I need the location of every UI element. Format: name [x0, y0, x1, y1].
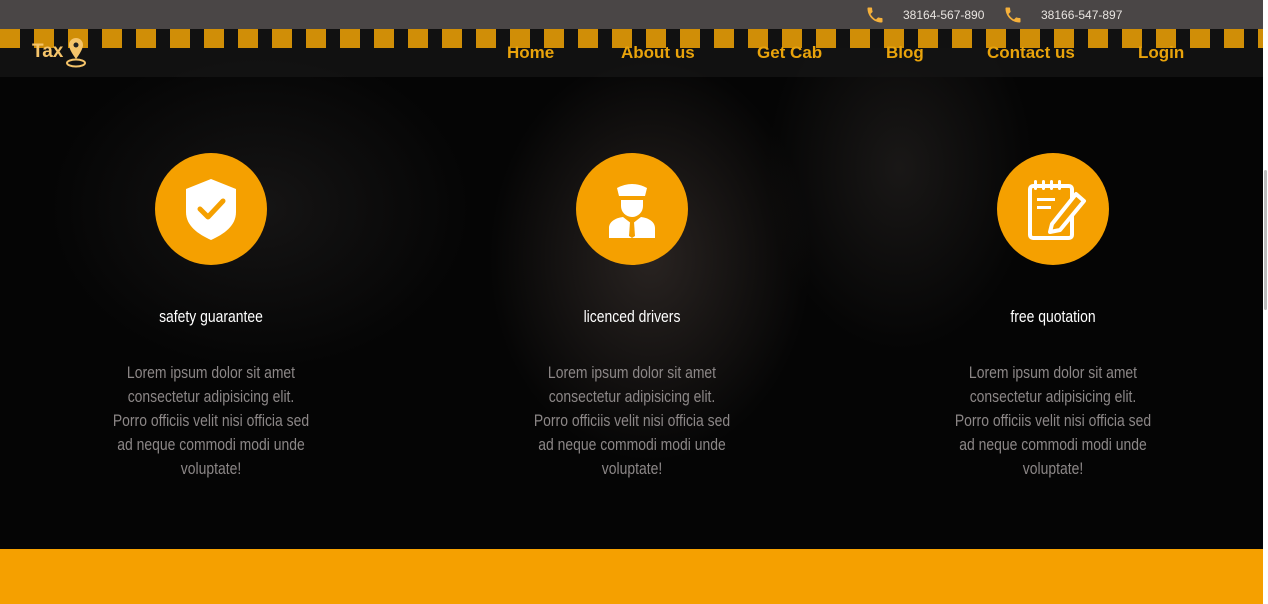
driver-icon [609, 184, 655, 238]
nav-contact-us[interactable]: Contact us [987, 43, 1075, 63]
feature-card: free quotation Lorem ipsum dolor sit ame… [923, 153, 1183, 481]
page-scrollbar[interactable] [1263, 0, 1268, 604]
phone-number: 38164-567-890 [903, 7, 985, 22]
shield-check-icon [186, 179, 236, 240]
feature-description: Lorem ipsum dolor sit amet consectetur a… [954, 363, 1152, 478]
phone-icon [1005, 7, 1021, 22]
main-navigation: Home About us Get Cab Blog Contact us Lo… [0, 43, 1263, 65]
nav-home[interactable]: Home [507, 43, 554, 63]
feature-card: safety guarantee Lorem ipsum dolor sit a… [81, 153, 341, 481]
phone-number: 38166-547-897 [1041, 7, 1123, 22]
nav-get-cab[interactable]: Get Cab [757, 43, 822, 63]
feature-description: Lorem ipsum dolor sit amet consectetur a… [533, 363, 731, 478]
feature-icon-circle [155, 153, 267, 265]
nav-blog[interactable]: Blog [886, 43, 924, 63]
feature-title: safety guarantee [159, 307, 263, 326]
phone-icon [867, 7, 883, 22]
notepad-pencil-icon [1028, 180, 1086, 240]
scrollbar-thumb[interactable] [1264, 170, 1267, 310]
phone-contact-1[interactable]: 38164-567-890 [865, 0, 984, 29]
feature-title: free quotation [1010, 307, 1096, 326]
top-contact-bar: 38164-567-890 38166-547-897 [0, 0, 1263, 29]
nav-about-us[interactable]: About us [621, 43, 695, 63]
phone-contact-2[interactable]: 38166-547-897 [1003, 0, 1122, 29]
feature-card: licenced drivers Lorem ipsum dolor sit a… [502, 153, 762, 481]
orange-section-band [0, 549, 1263, 604]
nav-login[interactable]: Login [1138, 43, 1184, 63]
feature-description: Lorem ipsum dolor sit amet consectetur a… [112, 363, 310, 478]
feature-title: licenced drivers [583, 307, 681, 326]
feature-icon-circle [576, 153, 688, 265]
feature-icon-circle [997, 153, 1109, 265]
